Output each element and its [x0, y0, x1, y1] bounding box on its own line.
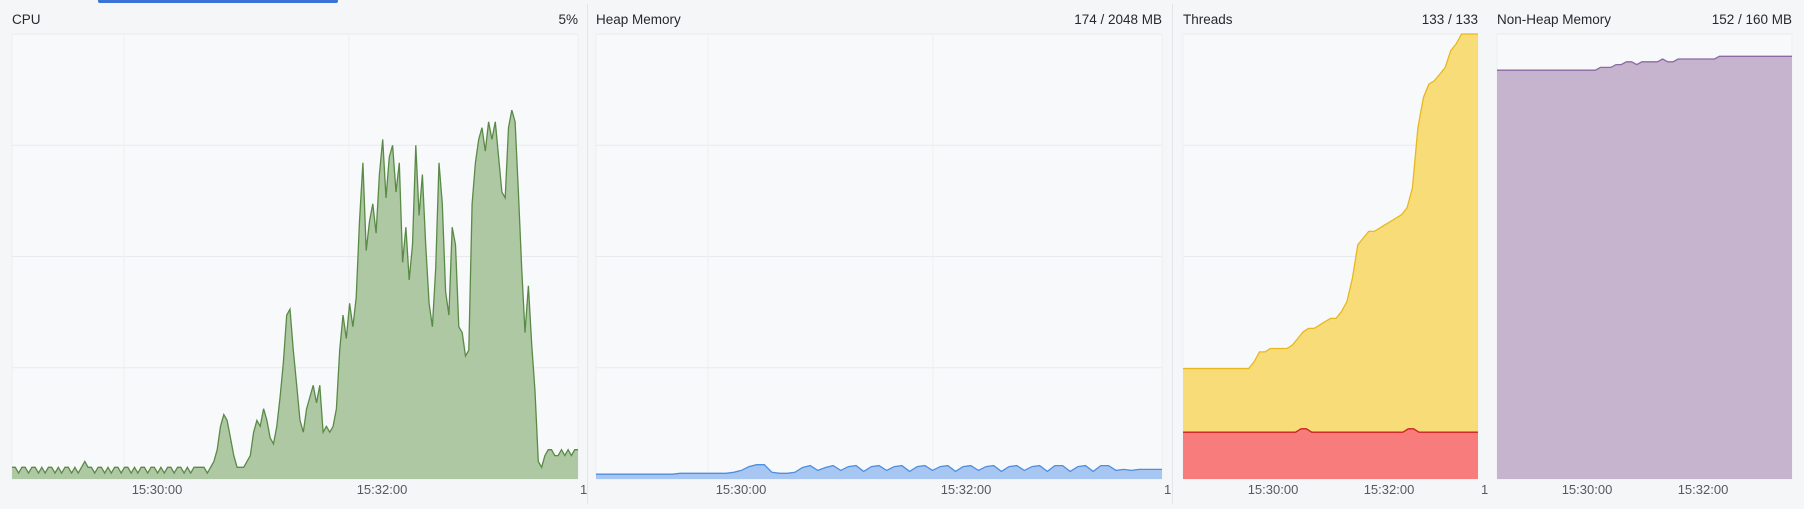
series-area	[1497, 56, 1792, 480]
axis-end-mark: 1	[1164, 482, 1172, 497]
non-heap-memory-panel: Non-Heap Memory 152 / 160 MB 15:30:00 15…	[1496, 2, 1793, 507]
axis-end-mark: 1	[1481, 482, 1489, 497]
threads-chart	[1182, 33, 1479, 480]
threads-panel: Threads 133 / 133 15:30:00 15:32:00 1	[1182, 2, 1488, 507]
panel-divider	[1172, 4, 1173, 504]
non-heap-memory-chart	[1496, 33, 1793, 480]
cpu-panel: CPU 5% 15:30:00 15:32:00 1	[11, 2, 587, 507]
x-tick-label: 15:30:00	[131, 482, 183, 497]
x-tick-label: 15:32:00	[940, 482, 992, 497]
x-tick-label: 15:32:00	[1363, 482, 1415, 497]
x-tick-label: 15:30:00	[1247, 482, 1299, 497]
x-tick-label: 15:30:00	[1561, 482, 1613, 497]
x-tick-label: 15:30:00	[715, 482, 767, 497]
series-area	[1183, 428, 1478, 479]
x-tick-label: 15:32:00	[356, 482, 408, 497]
panel-divider	[587, 4, 588, 504]
x-tick-label: 15:32:00	[1677, 482, 1729, 497]
cpu-chart	[11, 33, 579, 480]
heap-memory-chart	[595, 33, 1163, 480]
heap-memory-panel: Heap Memory 174 / 2048 MB 15:30:00 15:32…	[595, 2, 1171, 507]
